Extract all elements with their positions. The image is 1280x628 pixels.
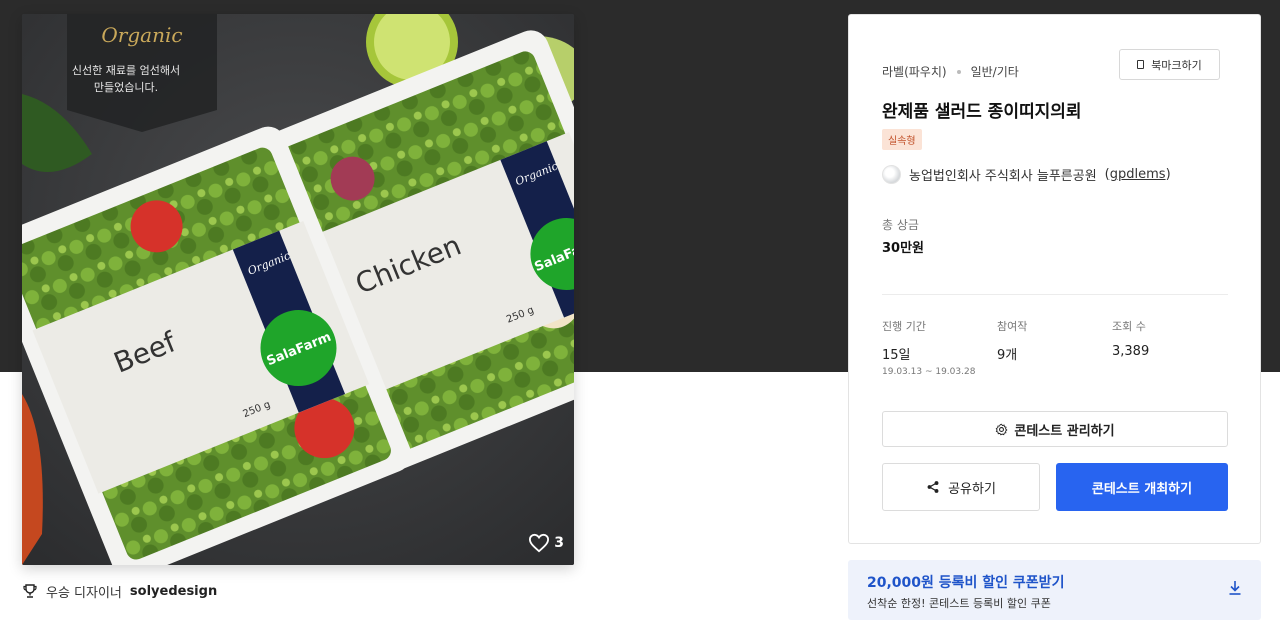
bookmark-icon — [1137, 60, 1145, 69]
heart-icon[interactable] — [528, 533, 550, 553]
views-label: 조회 수 — [1112, 320, 1146, 333]
designer-name[interactable]: solyedesign — [130, 584, 217, 599]
coupon-title: 20,000원 등록비 할인 쿠폰받기 — [867, 575, 1065, 591]
coupon-subtitle: 선착순 한정! 콘테스트 등록비 할인 쿠폰 — [867, 597, 1051, 610]
download-icon[interactable] — [1228, 580, 1242, 596]
manage-contest-label: 콘테스트 관리하기 — [1014, 423, 1115, 439]
organizer-handle-wrap: (gpdlems) — [1104, 167, 1171, 182]
host-contest-button[interactable]: 콘테스트 개최하기 — [1056, 463, 1228, 511]
organizer: 농업법인회사 주식회사 늘푸른공원 (gpdlems) — [882, 165, 1171, 184]
trophy-icon — [23, 584, 37, 598]
share-button[interactable]: 공유하기 — [882, 463, 1040, 511]
period-label: 진행 기간 — [882, 320, 926, 333]
contest-info-card: 라벨(파우치) 일반/기타 북마크하기 완제품 샐러드 종이띠지의뢰 실속형 농… — [848, 14, 1261, 544]
share-icon — [927, 481, 939, 493]
category-secondary[interactable]: 일반/기타 — [971, 63, 1019, 80]
gear-icon — [996, 423, 1008, 435]
banner-text-1: 신선한 재료를 엄선해서 — [72, 63, 180, 77]
entries-label: 참여작 — [997, 320, 1028, 333]
separator-dot — [956, 69, 961, 74]
manage-contest-button[interactable]: 콘테스트 관리하기 — [882, 411, 1228, 447]
coupon-banner[interactable]: 20,000원 등록비 할인 쿠폰받기 선착순 한정! 콘테스트 등록비 할인 … — [848, 560, 1261, 620]
designer-prefix: 우승 디자이너 — [46, 585, 122, 601]
tier-badge: 실속형 — [882, 129, 922, 150]
banner-text-2: 만들었습니다. — [94, 81, 158, 94]
banner-script-text: Organic — [101, 23, 182, 47]
contest-title: 완제품 샐러드 종이띠지의뢰 — [882, 102, 1082, 122]
period-value: 15일 — [882, 348, 911, 363]
organizer-handle[interactable]: gpdlems — [1110, 167, 1166, 182]
winning-designer: 우승 디자이너 solyedesign — [22, 580, 217, 602]
views-value: 3,389 — [1112, 344, 1150, 359]
organizer-avatar — [882, 165, 901, 184]
bookmark-button[interactable]: 북마크하기 — [1119, 49, 1220, 80]
category-primary[interactable]: 라벨(파우치) — [882, 63, 947, 80]
salad-package-illustration: Organic 신선한 재료를 엄선해서 만들었습니다. Chicken Org… — [22, 14, 574, 565]
like-counter[interactable]: 3 — [528, 533, 564, 553]
category-breadcrumb: 라벨(파우치) 일반/기타 — [882, 63, 1019, 80]
organizer-name: 농업법인회사 주식회사 늘푸른공원 — [909, 169, 1097, 184]
prize-value: 30만원 — [882, 241, 925, 256]
divider — [882, 294, 1228, 295]
entries-value: 9개 — [997, 348, 1018, 363]
contest-winning-image[interactable]: Organic 신선한 재료를 엄선해서 만들었습니다. Chicken Org… — [22, 14, 574, 565]
period-range: 19.03.13 ~ 19.03.28 — [882, 367, 976, 377]
share-label: 공유하기 — [948, 481, 996, 497]
prize-label: 총 상금 — [882, 218, 919, 232]
like-count: 3 — [554, 535, 564, 551]
bookmark-label: 북마크하기 — [1151, 58, 1202, 72]
